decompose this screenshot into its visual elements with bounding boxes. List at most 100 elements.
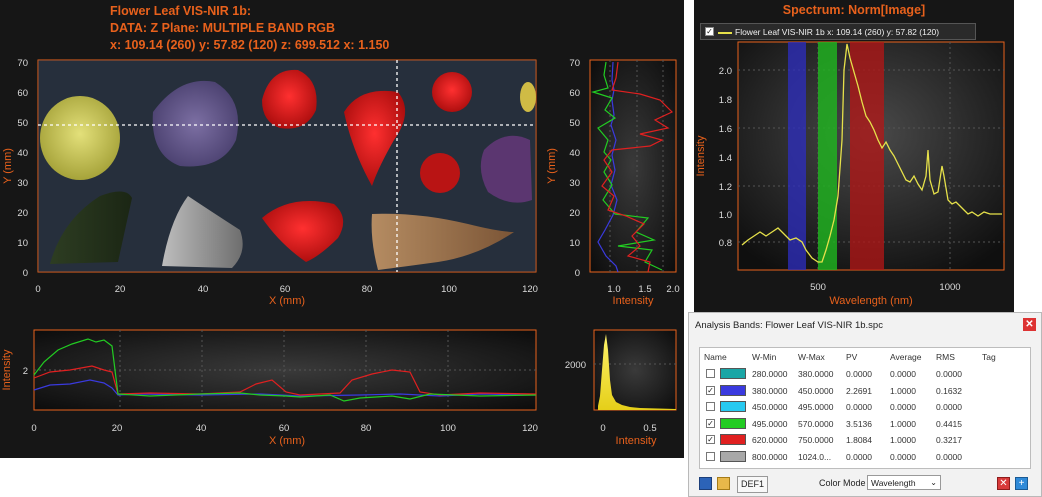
- band-row[interactable]: ✓ 380.0000 450.0000 2.2691 1.0000 0.1632: [700, 383, 1030, 399]
- band-cell-average[interactable]: 1.0000: [890, 435, 916, 445]
- close-icon[interactable]: ✕: [1023, 318, 1036, 331]
- save-icon[interactable]: [699, 477, 712, 490]
- band-cell-wmax[interactable]: 495.0000: [798, 402, 833, 412]
- y-tick: 40: [17, 148, 28, 159]
- vertical-profile-plot[interactable]: 70 60 50 40 30 20 10 0 Y (mm) 1.0 1.5 2.…: [546, 58, 680, 307]
- band-checkbox[interactable]: ✓: [706, 418, 715, 428]
- band-cell-average[interactable]: 0.0000: [890, 402, 916, 412]
- band-cell-rms[interactable]: 0.4415: [936, 419, 962, 429]
- x-tick: 2.0: [666, 284, 679, 295]
- band-color-swatch[interactable]: [720, 368, 746, 379]
- band-cell-pv[interactable]: 0.0000: [846, 402, 872, 412]
- band-cell-wmin[interactable]: 280.0000: [752, 369, 787, 379]
- band-cell-pv[interactable]: 0.0000: [846, 452, 872, 462]
- band-color-swatch[interactable]: [720, 417, 746, 429]
- band-cell-pv[interactable]: 2.2691: [846, 386, 872, 396]
- x-tick: 40: [198, 284, 209, 295]
- band-cell-wmin[interactable]: 800.0000: [752, 452, 787, 462]
- y-tick: 1.6: [719, 124, 732, 135]
- spectrum-legend[interactable]: ✓ Flower Leaf VIS-NIR 1b x: 109.14 (260)…: [700, 23, 976, 40]
- band-cell-average[interactable]: 1.0000: [890, 386, 916, 396]
- band-cell-pv[interactable]: 0.0000: [846, 369, 872, 379]
- red-flower: [432, 72, 472, 112]
- folder-icon[interactable]: [717, 477, 730, 490]
- band-cell-average[interactable]: 0.0000: [890, 369, 916, 379]
- band-row[interactable]: 450.0000 495.0000 0.0000 0.0000 0.0000: [700, 399, 1030, 415]
- col-header-pv[interactable]: PV: [846, 352, 857, 362]
- yellow-edge-leaf: [520, 82, 536, 112]
- band-cell-wmax[interactable]: 1024.0...: [798, 452, 831, 462]
- col-header-name[interactable]: Name: [704, 352, 727, 362]
- band-cell-rms[interactable]: 0.0000: [936, 452, 962, 462]
- add-band-icon[interactable]: +: [1015, 477, 1028, 490]
- band-cell-rms[interactable]: 0.0000: [936, 369, 962, 379]
- legend-checkbox[interactable]: ✓: [705, 27, 714, 36]
- x-tick: 1000: [939, 282, 960, 293]
- spectrum-plot[interactable]: 500 1000 Wavelength (nm) 2.0 1.8 1.6 1.4…: [694, 0, 1014, 312]
- col-header-wmax[interactable]: W-Max: [798, 352, 825, 362]
- band-row[interactable]: ✓ 495.0000 570.0000 3.5136 1.0000 0.4415: [700, 416, 1030, 432]
- col-header-average[interactable]: Average: [890, 352, 922, 362]
- band-color-swatch[interactable]: [720, 401, 746, 412]
- dialog-title: Analysis Bands: Flower Leaf VIS-NIR 1b.s…: [695, 320, 883, 331]
- band-cell-wmin[interactable]: 450.0000: [752, 402, 787, 412]
- histogram-plot[interactable]: 2000 0 0.5 Intensity: [565, 329, 677, 447]
- band-color-swatch[interactable]: [720, 384, 746, 396]
- x-tick: 1.0: [607, 284, 620, 295]
- band-cell-rms[interactable]: 0.3217: [936, 435, 962, 445]
- horizontal-profile-plot[interactable]: 2 Intensity 0 20 40 60 80 100 120 X (mm): [1, 329, 538, 447]
- col-header-rms[interactable]: RMS: [936, 352, 955, 362]
- band-cell-wmax[interactable]: 380.0000: [798, 369, 833, 379]
- col-header-tag[interactable]: Tag: [982, 352, 996, 362]
- band-row[interactable]: 280.0000 380.0000 0.0000 0.0000 0.0000: [700, 366, 1030, 382]
- band-checkbox[interactable]: [706, 402, 715, 411]
- x-tick: 20: [112, 423, 123, 434]
- band-cell-wmax[interactable]: 750.0000: [798, 435, 833, 445]
- band-cell-wmax[interactable]: 450.0000: [798, 386, 833, 396]
- imaging-plots: 70 60 50 40 30 20 10 0 Y (mm) 0 20 40 60…: [1, 58, 680, 447]
- band-cell-average[interactable]: 0.0000: [890, 452, 916, 462]
- delete-band-icon[interactable]: ✕: [997, 477, 1010, 490]
- y-tick: 0.8: [719, 238, 732, 249]
- y-tick: 20: [17, 208, 28, 219]
- y-tick: 40: [569, 148, 580, 159]
- band-checkbox[interactable]: ✓: [706, 385, 715, 395]
- col-header-wmin[interactable]: W-Min: [752, 352, 776, 362]
- image-x-label: X (mm): [269, 295, 305, 307]
- band-color-swatch[interactable]: [720, 434, 746, 445]
- def1-button[interactable]: DEF1: [737, 476, 769, 493]
- band-color-swatch[interactable]: [720, 450, 746, 462]
- color-mode-select[interactable]: Wavelength ⌄: [867, 475, 941, 490]
- chevron-down-icon: ⌄: [930, 478, 937, 487]
- y-tick: 2: [23, 366, 28, 377]
- band-row[interactable]: ✓ 620.0000 750.0000 1.8084 1.0000 0.3217: [700, 432, 1030, 448]
- y-tick: 0: [575, 268, 580, 279]
- green-band: [818, 42, 837, 270]
- band-cell-average[interactable]: 1.0000: [890, 419, 916, 429]
- band-checkbox[interactable]: [706, 369, 715, 378]
- x-tick: 120: [522, 284, 538, 295]
- y-tick: 10: [569, 238, 580, 249]
- band-cell-rms[interactable]: 0.1632: [936, 386, 962, 396]
- y-tick: 10: [17, 238, 28, 249]
- color-mode-value: Wavelength: [871, 478, 916, 488]
- spectrum-y-label: Intensity: [695, 135, 707, 176]
- y-tick: 0: [23, 268, 28, 279]
- band-row[interactable]: 800.0000 1024.0... 0.0000 0.0000 0.0000: [700, 449, 1030, 465]
- band-cell-pv[interactable]: 1.8084: [846, 435, 872, 445]
- band-cell-wmin[interactable]: 495.0000: [752, 419, 787, 429]
- band-checkbox[interactable]: [706, 451, 715, 461]
- image-plot[interactable]: [37, 59, 537, 273]
- band-cell-rms[interactable]: 0.0000: [936, 402, 962, 412]
- band-checkbox[interactable]: ✓: [706, 435, 715, 444]
- y-tick: 50: [569, 118, 580, 129]
- legend-label: Flower Leaf VIS-NIR 1b x: 109.14 (260) y…: [735, 27, 940, 37]
- band-cell-wmin[interactable]: 620.0000: [752, 435, 787, 445]
- band-cell-wmax[interactable]: 570.0000: [798, 419, 833, 429]
- y-tick: 2.0: [719, 66, 732, 77]
- analysis-bands-dialog: Analysis Bands: Flower Leaf VIS-NIR 1b.s…: [688, 312, 1042, 497]
- band-cell-pv[interactable]: 3.5136: [846, 419, 872, 429]
- band-cell-wmin[interactable]: 380.0000: [752, 386, 787, 396]
- horizontal-profile-x-label: X (mm): [269, 435, 305, 447]
- x-tick: 0: [31, 423, 36, 434]
